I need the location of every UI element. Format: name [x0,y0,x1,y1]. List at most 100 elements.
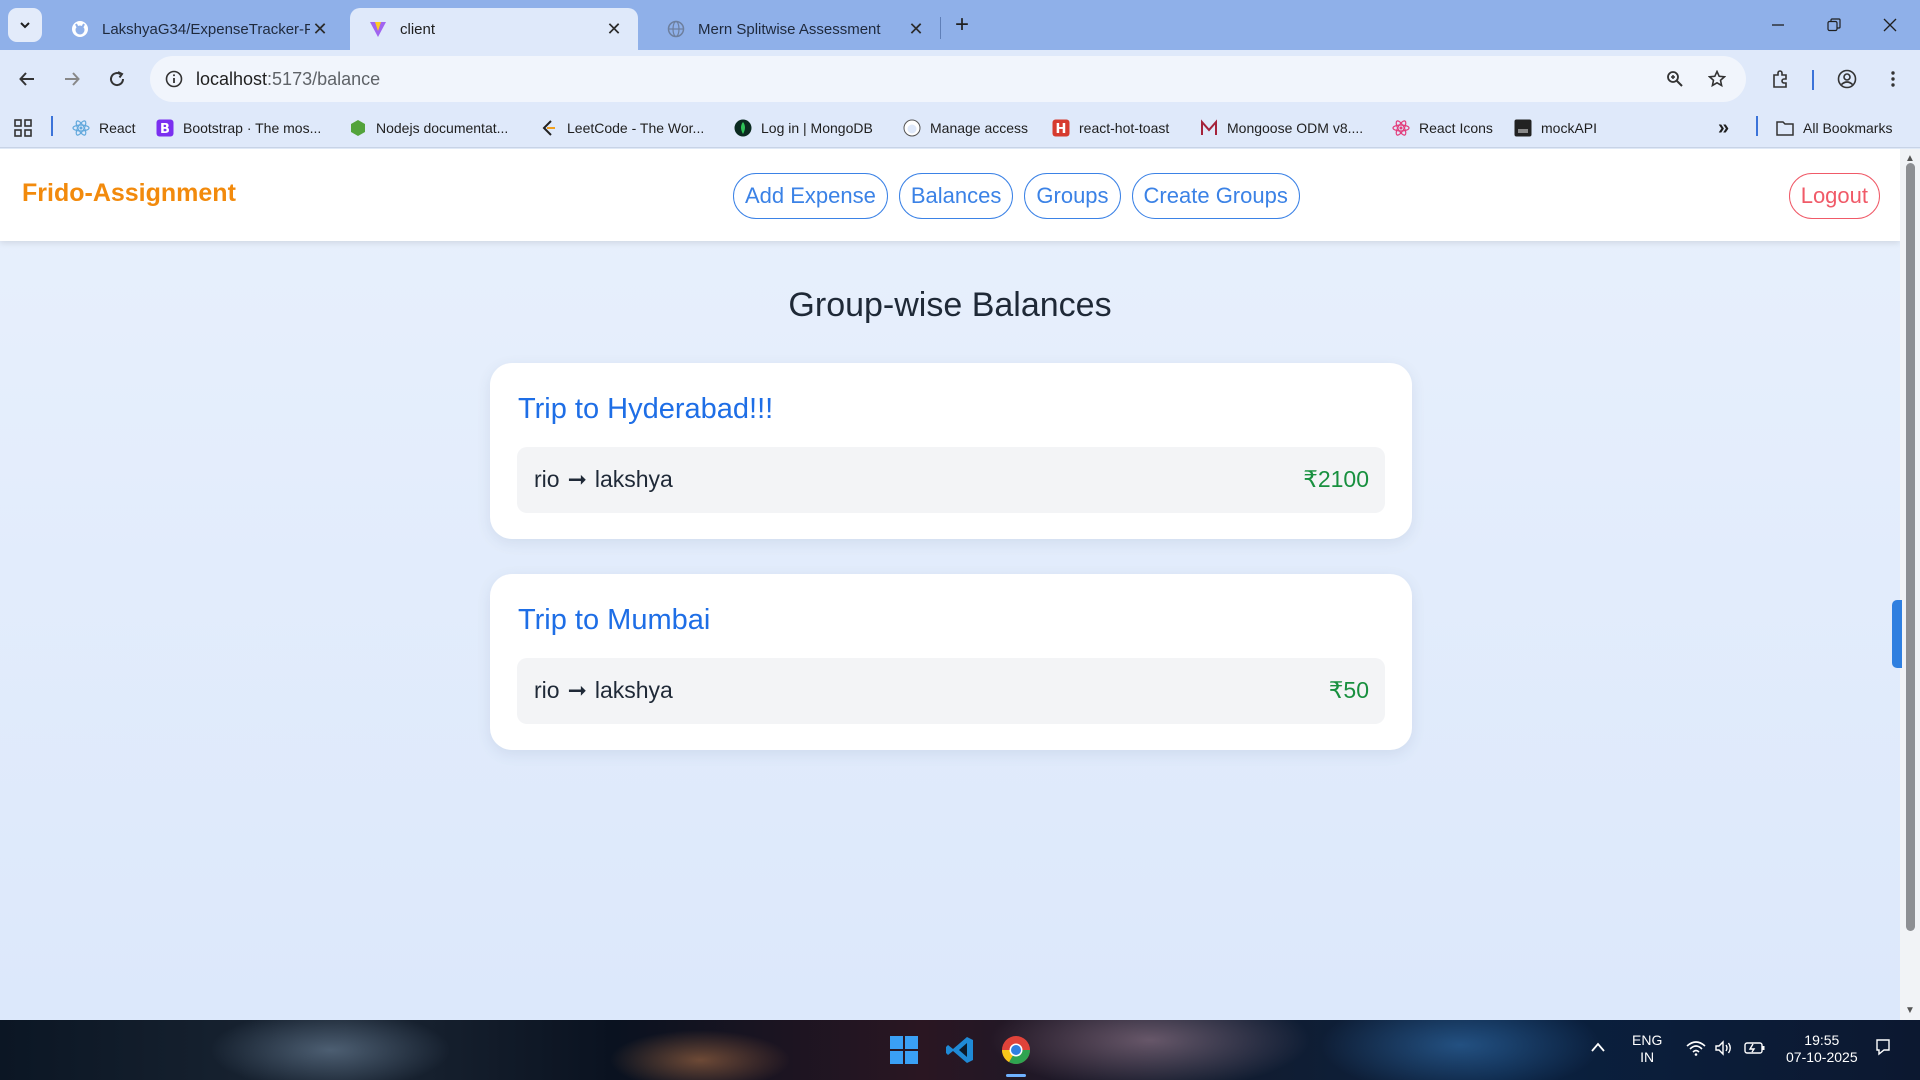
restore-button[interactable] [1806,0,1862,50]
hot-toast-icon: H [1052,119,1070,137]
reload-button[interactable] [100,62,134,96]
clock[interactable]: 19:55 07-10-2025 [1786,1032,1858,1066]
scrollbar-thumb[interactable] [1906,163,1915,931]
profile-icon[interactable] [1830,62,1864,96]
globe-icon [666,19,686,39]
side-panel-handle[interactable] [1892,600,1902,668]
creditor-name: lakshya [594,677,673,703]
bookmark-mongoose[interactable]: Mongoose ODM v8.... [1200,116,1363,140]
url-host: localhost [196,69,268,89]
windows-start-icon[interactable] [884,1030,924,1070]
tab-client[interactable]: client ✕ [350,8,638,50]
tab-title: Mern Splitwise Assessment [698,20,881,38]
group-title: Trip to Hyderabad!!! [518,393,774,425]
reload-icon [110,71,125,87]
bookmark-manage-access[interactable]: Manage access [903,116,1028,140]
vite-icon [368,19,388,39]
language-indicator[interactable]: ENG IN [1632,1032,1662,1066]
bookmark-star-icon[interactable] [1702,64,1732,94]
logout-button[interactable]: Logout [1788,173,1880,219]
bookmarks-overflow-button[interactable]: » [1718,116,1729,140]
bootstrap-icon: B [156,119,174,137]
balance-row: rio ➞ lakshya ₹50 [517,658,1385,724]
chrome-icon[interactable] [996,1030,1036,1070]
tab-separator [940,17,941,39]
windows-taskbar: ENG IN 19:55 07-10-2025 [0,1020,1920,1080]
bookmark-react-icons[interactable]: React Icons [1392,116,1493,140]
close-icon[interactable]: ✕ [906,19,926,39]
leetcode-icon [540,119,558,137]
all-bookmarks-button[interactable]: All Bookmarks [1776,116,1892,140]
react-icon [72,119,90,137]
arrow-right-icon: ➞ [567,677,587,703]
bookmark-mongodb[interactable]: Log in | MongoDB [734,116,873,140]
balance-parties: rio ➞ lakshya [534,466,673,493]
nav-create-groups[interactable]: Create Groups [1131,173,1300,219]
close-icon [1883,18,1897,32]
chevron-double-right-icon: » [1718,116,1730,139]
back-button[interactable] [10,62,44,96]
tab-search-button[interactable] [8,8,42,42]
extensions-icon[interactable] [1764,62,1798,96]
group-title: Trip to Mumbai [518,604,711,636]
close-icon[interactable]: ✕ [604,19,624,39]
tab-title: LakshyaG34/ExpenseTracker-Fri [102,20,310,38]
page-title: Group-wise Balances [788,286,1112,324]
balance-parties: rio ➞ lakshya [534,677,673,704]
bookmark-label: Nodejs documentat... [376,120,509,136]
nav-groups[interactable]: Groups [1024,173,1121,219]
minimize-button[interactable] [1750,0,1806,50]
minimize-icon [1772,24,1784,26]
volume-icon[interactable] [1714,1040,1734,1060]
active-app-indicator [1006,1074,1026,1077]
bookmarks-divider [1756,116,1758,136]
new-tab-button[interactable]: + [948,11,976,39]
zoom-icon[interactable] [1660,64,1690,94]
nav-links: Add Expense Balances Groups Create Group… [733,173,1300,219]
bookmark-label: mockAPI [1541,120,1598,136]
battery-icon[interactable] [1744,1040,1766,1060]
menu-dots-icon[interactable] [1876,62,1910,96]
restore-icon [1827,18,1841,32]
mongodb-icon [734,119,752,137]
toolbar-divider [1812,70,1814,90]
github-icon [903,119,921,137]
scroll-down-arrow-icon[interactable]: ▼ [1904,1004,1916,1016]
close-window-button[interactable] [1862,0,1918,50]
balance-row: rio ➞ lakshya ₹2100 [517,447,1385,513]
bookmark-leetcode[interactable]: LeetCode - The Wor... [540,116,704,140]
site-info-button[interactable] [158,63,190,95]
bookmark-mockapi[interactable]: mockAPI [1514,116,1597,140]
nav-balances[interactable]: Balances [898,173,1014,219]
tab-mern-splitwise[interactable]: Mern Splitwise Assessment ✕ [648,8,940,50]
apps-icon[interactable] [14,116,32,140]
vscode-icon[interactable] [940,1030,980,1070]
close-icon[interactable]: ✕ [310,19,330,39]
page-scrollbar[interactable]: ▲ ▼ [1900,149,1920,1020]
chevron-up-icon[interactable] [1590,1040,1606,1057]
clock-date: 07-10-2025 [1786,1049,1858,1065]
nav-add-expense[interactable]: Add Expense [733,173,888,219]
notification-icon[interactable] [1874,1038,1892,1060]
bookmark-react[interactable]: React [72,116,136,140]
bookmark-label: React [99,120,136,136]
bookmark-bootstrap[interactable]: B Bootstrap · The mos... [156,116,321,140]
address-bar[interactable]: localhost:5173/balance [150,56,1746,102]
brand-logo[interactable]: Frido-Assignment [22,179,236,208]
forward-button[interactable] [55,62,89,96]
tab-github[interactable]: LakshyaG34/ExpenseTracker-Fri ✕ [52,8,344,50]
arrow-right-icon: ➞ [567,466,587,492]
url-text[interactable]: localhost:5173/balance [196,69,380,90]
arrow-right-icon [65,72,80,86]
bookmark-label: React Icons [1419,120,1493,136]
debtor-name: rio [534,466,560,492]
bookmark-react-hot-toast[interactable]: H react-hot-toast [1052,116,1169,140]
wifi-icon[interactable] [1686,1040,1706,1060]
bookmark-label: LeetCode - The Wor... [567,120,705,136]
bookmarks-divider [51,116,53,136]
creditor-name: lakshya [594,466,673,492]
bookmark-nodejs[interactable]: Nodejs documentat... [349,116,508,140]
browser-toolbar: localhost:5173/balance [0,50,1920,108]
bookmark-label: Manage access [930,120,1029,136]
group-card: Trip to Mumbai rio ➞ lakshya ₹50 [490,574,1412,750]
